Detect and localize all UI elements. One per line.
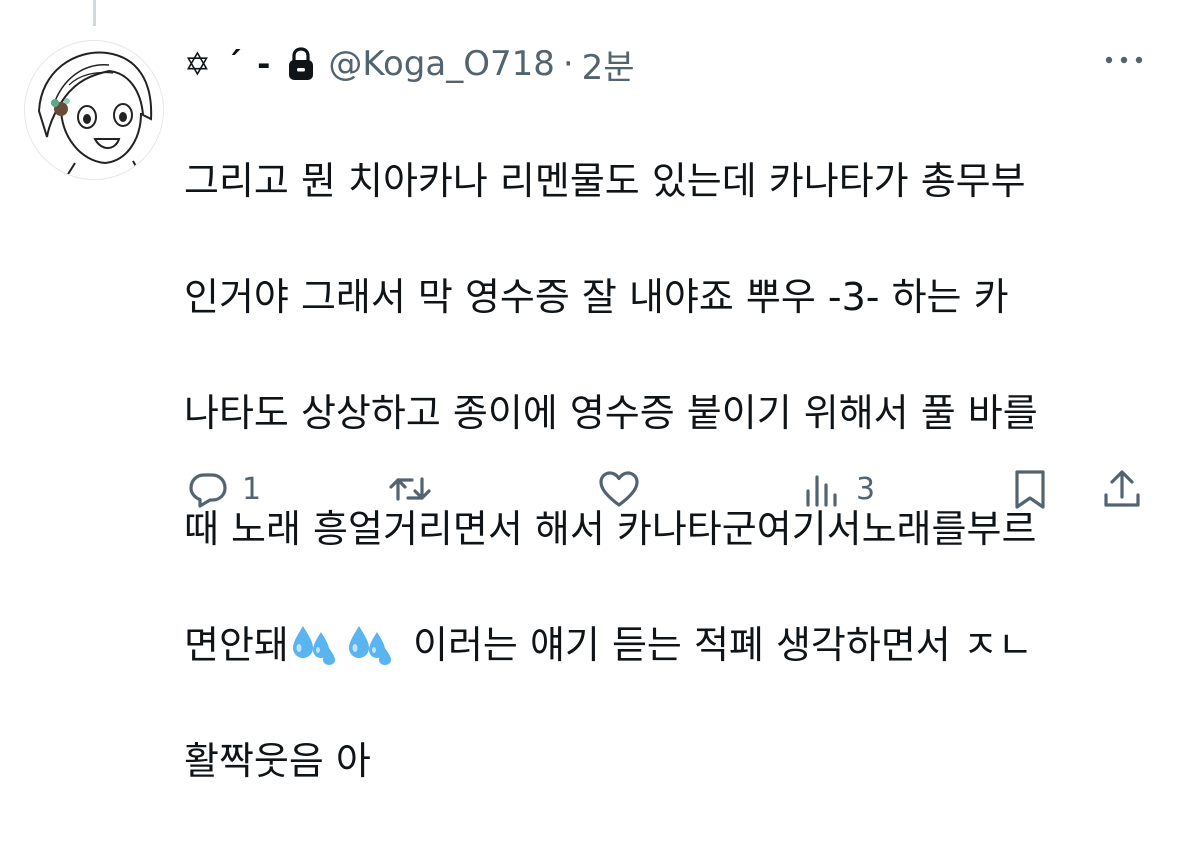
more-icon[interactable] xyxy=(1103,50,1145,70)
action-bar: 1 3 xyxy=(0,462,1179,516)
views-count: 3 xyxy=(856,471,876,507)
sweat-droplets-emoji xyxy=(345,618,395,668)
views-button[interactable]: 3 xyxy=(800,462,875,516)
tweet-text-line: 활짝웃음 아 xyxy=(184,739,371,783)
avatar[interactable] xyxy=(24,40,164,180)
avatar-image xyxy=(25,41,163,179)
retweet-icon xyxy=(388,467,432,511)
lock-icon xyxy=(288,47,314,81)
share-button[interactable] xyxy=(1100,462,1144,516)
reply-count: 1 xyxy=(242,471,262,507)
display-name[interactable]: ✡︎ ´ - xyxy=(184,45,272,83)
timestamp[interactable]: 2분 xyxy=(582,40,635,89)
tweet-text-line: 그리고 뭔 치아카나 리멘물도 있는데 카나타가 총무부 xyxy=(184,159,1026,203)
user-handle[interactable]: @Koga_O718 xyxy=(328,44,554,84)
tweet-header: ✡︎ ´ - @Koga_O718 · 2분 xyxy=(184,36,635,92)
thread-line xyxy=(93,0,96,26)
retweet-button[interactable] xyxy=(388,462,444,516)
reply-icon xyxy=(186,467,230,511)
tweet-text-segment: 이러는 얘기 듣는 적폐 생각하면서 ㅈㄴ xyxy=(412,623,1033,667)
like-icon xyxy=(597,467,641,511)
tweet-text-segment: 면안돼 xyxy=(184,623,289,667)
tweet-text-line: 인거야 그래서 막 영수증 잘 내야죠 뿌우 -3- 하는 카 xyxy=(184,275,1009,319)
tweet-text-line: 나타도 상상하고 종이에 영수증 붙이기 위해서 풀 바를 xyxy=(184,391,1038,435)
views-icon xyxy=(800,467,844,511)
sweat-droplets-emoji xyxy=(289,618,339,668)
share-icon xyxy=(1100,467,1144,511)
bookmark-icon xyxy=(1008,467,1052,511)
like-button[interactable] xyxy=(597,462,653,516)
tweet-text-line-with-emoji: 면안돼 이러는 얘기 듣는 적폐 생각하면서 ㅈㄴ xyxy=(184,616,1144,674)
reply-button[interactable]: 1 xyxy=(186,462,261,516)
separator-dot: · xyxy=(562,44,574,84)
bookmark-button[interactable] xyxy=(1008,462,1052,516)
